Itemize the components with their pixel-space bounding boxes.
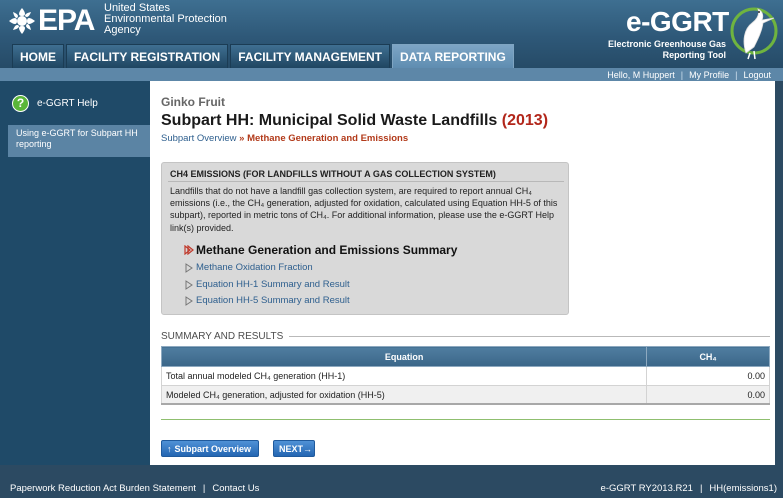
egret-logo-icon bbox=[728, 3, 778, 61]
step-equation-hh1[interactable]: Equation HH-1 Summary and Result bbox=[184, 279, 350, 290]
reporting-year: (2013) bbox=[501, 112, 549, 129]
step-arrow-icon bbox=[185, 262, 193, 273]
breadcrumb-subpart-overview[interactable]: Subpart Overview bbox=[161, 133, 237, 144]
breadcrumb-separator: » bbox=[239, 133, 245, 144]
tab-facility-management[interactable]: FACILITY MANAGEMENT bbox=[230, 44, 391, 68]
step-label: Methane Oxidation Fraction bbox=[196, 262, 313, 273]
step-label: Equation HH-5 Summary and Result bbox=[196, 295, 350, 306]
user-greeting: Hello, M Huppert bbox=[607, 69, 675, 80]
page-title-text: Subpart HH: Municipal Solid Waste Landfi… bbox=[161, 112, 498, 129]
table-bottom-rule bbox=[161, 403, 770, 405]
paperwork-reduction-link[interactable]: Paperwork Reduction Act Burden Statement bbox=[10, 483, 196, 494]
sidebar: ? e-GGRT Help Using e-GGRT for Subpart H… bbox=[0, 81, 150, 465]
agency-name: United States Environmental Protection A… bbox=[104, 3, 227, 36]
app-title: e-GGRT bbox=[626, 6, 729, 37]
screen-id: HH(emissions1) bbox=[709, 483, 777, 494]
info-heading: CH4 EMISSIONS (FOR LANDFILLS WITHOUT A G… bbox=[170, 169, 496, 179]
main-content: Ginko Fruit Subpart HH: Municipal Solid … bbox=[150, 81, 783, 465]
separator: | bbox=[735, 69, 738, 80]
tab-home[interactable]: HOME bbox=[12, 44, 64, 68]
ch4-value-cell: 0.00 bbox=[646, 385, 770, 405]
step-equation-hh5[interactable]: Equation HH-5 Summary and Result bbox=[184, 295, 350, 306]
step-arrow-icon bbox=[185, 279, 193, 290]
my-profile-link[interactable]: My Profile bbox=[689, 70, 729, 80]
divider bbox=[289, 336, 770, 337]
facility-name: Ginko Fruit bbox=[161, 95, 225, 109]
header: EPA United States Environmental Protecti… bbox=[0, 0, 783, 68]
step-arrow-icon bbox=[185, 295, 193, 306]
subpart-overview-button[interactable]: ↑ Subpart Overview bbox=[161, 440, 259, 457]
main-nav: HOME FACILITY REGISTRATION FACILITY MANA… bbox=[12, 44, 514, 68]
table-row: Modeled CH₄ generation, adjusted for oxi… bbox=[160, 385, 770, 405]
app-subtitle-line: Electronic Greenhouse Gas bbox=[607, 39, 726, 49]
page-title: Subpart HH: Municipal Solid Waste Landfi… bbox=[161, 112, 548, 130]
equation-cell: Modeled CH₄ generation, adjusted for oxi… bbox=[160, 385, 648, 405]
tab-facility-registration[interactable]: FACILITY REGISTRATION bbox=[66, 44, 229, 68]
separator: | bbox=[680, 69, 684, 80]
step-methane-oxidation[interactable]: Methane Oxidation Fraction bbox=[184, 262, 313, 273]
help-link-subpart-hh[interactable]: Using e-GGRT for Subpart HH reporting bbox=[8, 125, 150, 157]
epa-flower-icon bbox=[8, 7, 36, 35]
step-label: Equation HH-1 Summary and Result bbox=[196, 279, 350, 290]
info-text: Landfills that do not have a landfill ga… bbox=[170, 186, 558, 233]
version-label: e-GGRT RY2013.R21 bbox=[600, 483, 693, 494]
next-button[interactable]: NEXT → bbox=[273, 440, 315, 457]
column-header-ch4: CH₄ bbox=[646, 346, 770, 367]
divider bbox=[168, 181, 564, 182]
table-row: Total annual modeled CH₄ generation (HH-… bbox=[160, 366, 770, 386]
ch4-value-cell: 0.00 bbox=[646, 366, 770, 386]
footer-links: Paperwork Reduction Act Burden Statement… bbox=[10, 483, 259, 494]
agency-line: Agency bbox=[104, 24, 141, 36]
user-bar: Hello, M Huppert | My Profile | Logout bbox=[0, 68, 783, 81]
breadcrumb-current: Methane Generation and Emissions bbox=[247, 133, 409, 144]
footer: Paperwork Reduction Act Burden Statement… bbox=[0, 465, 783, 498]
footer-version: e-GGRT RY2013.R21 | HH(emissions1) bbox=[601, 483, 777, 494]
separator: | bbox=[202, 483, 206, 494]
summary-heading-text: SUMMARY AND RESULTS bbox=[161, 331, 284, 342]
current-step-arrow-icon bbox=[184, 245, 194, 255]
logout-link[interactable]: Logout bbox=[743, 70, 771, 80]
tab-data-reporting[interactable]: DATA REPORTING bbox=[392, 44, 514, 68]
step-methane-summary[interactable]: Methane Generation and Emissions Summary bbox=[184, 243, 457, 257]
divider bbox=[161, 419, 770, 420]
subpart-overview-button-label: Subpart Overview bbox=[174, 443, 252, 454]
contact-us-link[interactable]: Contact Us bbox=[212, 483, 259, 494]
app-subtitle: Electronic Greenhouse Gas Reporting Tool bbox=[596, 39, 726, 61]
breadcrumb: Subpart Overview » Methane Generation an… bbox=[161, 133, 408, 144]
up-arrow-icon: ↑ bbox=[167, 443, 172, 454]
app-subtitle-line: Reporting Tool bbox=[662, 50, 726, 60]
epa-logo-text: EPA bbox=[38, 4, 95, 37]
right-arrow-icon: → bbox=[303, 443, 313, 454]
epa-logo[interactable]: EPA bbox=[8, 4, 95, 37]
question-icon: ? bbox=[12, 94, 29, 112]
equation-cell: Total annual modeled CH₄ generation (HH-… bbox=[160, 366, 648, 386]
help-header[interactable]: ? e-GGRT Help bbox=[0, 91, 150, 115]
step-label: Methane Generation and Emissions Summary bbox=[196, 243, 458, 257]
results-table: Equation CH₄ Total annual modeled CH₄ ge… bbox=[160, 346, 770, 405]
separator: | bbox=[699, 483, 703, 494]
help-title: e-GGRT Help bbox=[37, 97, 98, 109]
table-header-row: Equation CH₄ bbox=[160, 346, 770, 367]
info-panel: CH4 EMISSIONS (FOR LANDFILLS WITHOUT A G… bbox=[161, 162, 569, 315]
column-header-equation: Equation bbox=[160, 346, 648, 367]
summary-heading: SUMMARY AND RESULTS bbox=[161, 331, 770, 342]
next-button-label: NEXT bbox=[279, 443, 304, 454]
